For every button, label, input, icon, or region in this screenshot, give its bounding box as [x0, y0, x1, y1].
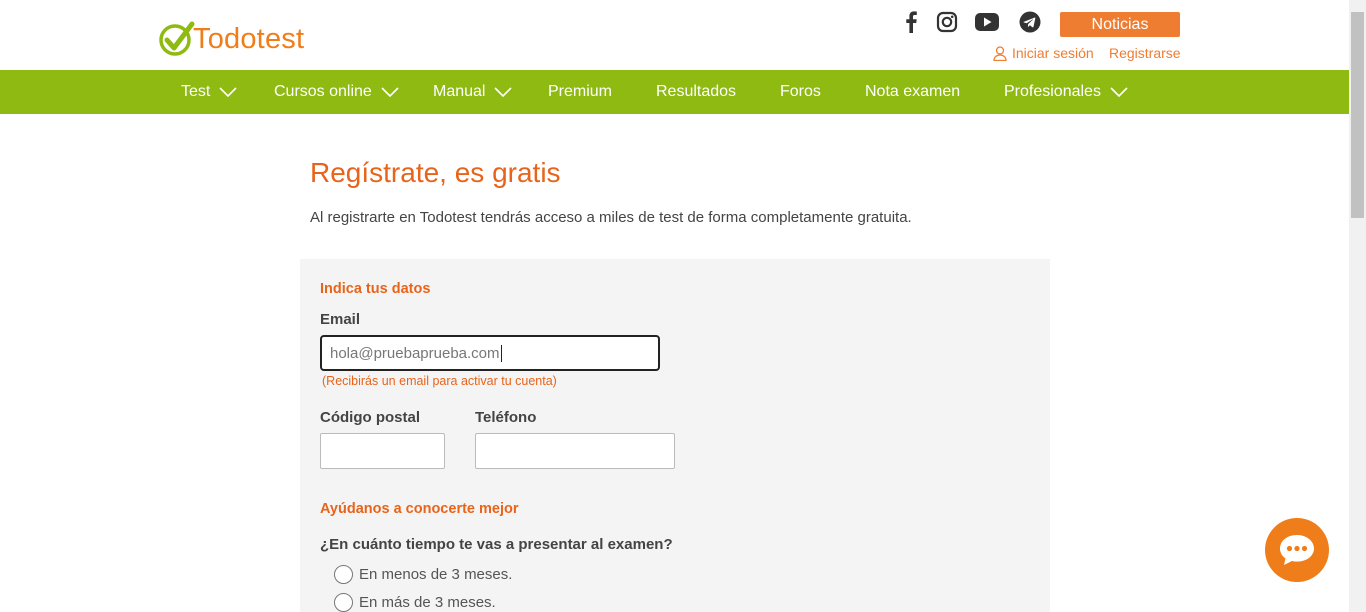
logo[interactable]: Todotest	[159, 20, 304, 58]
nav-item-resultados[interactable]: Resultados	[656, 70, 736, 114]
nav-item-profesionales[interactable]: Profesionales	[1004, 70, 1128, 114]
nav-item-premium[interactable]: Premium	[548, 70, 612, 114]
phone-field[interactable]	[475, 433, 675, 469]
nav-label: Manual	[433, 83, 486, 100]
site-header: Todotest Noticias Iniciar sesión Registr…	[0, 0, 1349, 70]
postal-code-label: Código postal	[320, 409, 420, 426]
postal-code-field[interactable]	[320, 433, 445, 469]
facebook-icon[interactable]	[898, 10, 924, 34]
section-heading-datos: Indica tus datos	[320, 281, 431, 297]
nav-item-nota-examen[interactable]: Nota examen	[865, 70, 960, 114]
main-nav: Test Cursos online Manual Premium Result…	[0, 70, 1349, 114]
youtube-icon[interactable]	[974, 10, 1000, 34]
page-scrollbar[interactable]	[1349, 0, 1366, 612]
instagram-icon[interactable]	[934, 10, 960, 34]
radio-button[interactable]	[334, 593, 353, 612]
email-field[interactable]: hola@pruebaprueba.com	[320, 335, 660, 371]
phone-label: Teléfono	[475, 409, 537, 426]
chevron-down-icon	[494, 87, 513, 97]
email-value: hola@pruebaprueba.com	[330, 344, 500, 362]
radio-label: En menos de 3 meses.	[359, 566, 513, 583]
nav-label: Profesionales	[1004, 83, 1101, 100]
radio-option-less-3[interactable]: En menos de 3 meses.	[334, 565, 512, 584]
login-label: Iniciar sesión	[1012, 45, 1094, 61]
check-logo-icon	[159, 21, 195, 57]
news-button[interactable]: Noticias	[1060, 12, 1180, 37]
chat-button[interactable]	[1265, 518, 1329, 582]
text-caret	[500, 344, 502, 362]
nav-item-foros[interactable]: Foros	[780, 70, 821, 114]
login-link[interactable]: Iniciar sesión	[993, 45, 1094, 61]
telegram-icon[interactable]	[1017, 10, 1043, 34]
chevron-down-icon	[1110, 87, 1128, 97]
exam-time-question: ¿En cuánto tiempo te vas a presentar al …	[320, 536, 673, 553]
radio-button[interactable]	[334, 565, 353, 584]
nav-label: Test	[181, 83, 211, 100]
chevron-down-icon	[219, 87, 237, 97]
nav-label: Cursos online	[274, 83, 372, 100]
register-link[interactable]: Registrarse	[1109, 45, 1181, 61]
nav-item-manual[interactable]: Manual	[433, 70, 513, 114]
nav-item-test[interactable]: Test	[181, 70, 237, 114]
intro-text: Al registrarte en Todotest tendrás acces…	[310, 209, 912, 226]
nav-item-cursos-online[interactable]: Cursos online	[274, 70, 399, 114]
radio-label: En más de 3 meses.	[359, 594, 496, 611]
section-heading-conocerte: Ayúdanos a conocerte mejor	[320, 501, 519, 517]
chat-bubble-icon	[1280, 535, 1314, 565]
user-icon	[993, 45, 1007, 61]
email-label: Email	[320, 311, 361, 328]
logo-text: Todotest	[193, 22, 305, 55]
page-title: Regístrate, es gratis	[310, 157, 561, 188]
email-hint: (Recibirás un email para activar tu cuen…	[322, 374, 557, 388]
scrollbar-thumb[interactable]	[1351, 12, 1364, 218]
chevron-down-icon	[381, 87, 399, 97]
radio-option-more-3[interactable]: En más de 3 meses.	[334, 593, 496, 612]
